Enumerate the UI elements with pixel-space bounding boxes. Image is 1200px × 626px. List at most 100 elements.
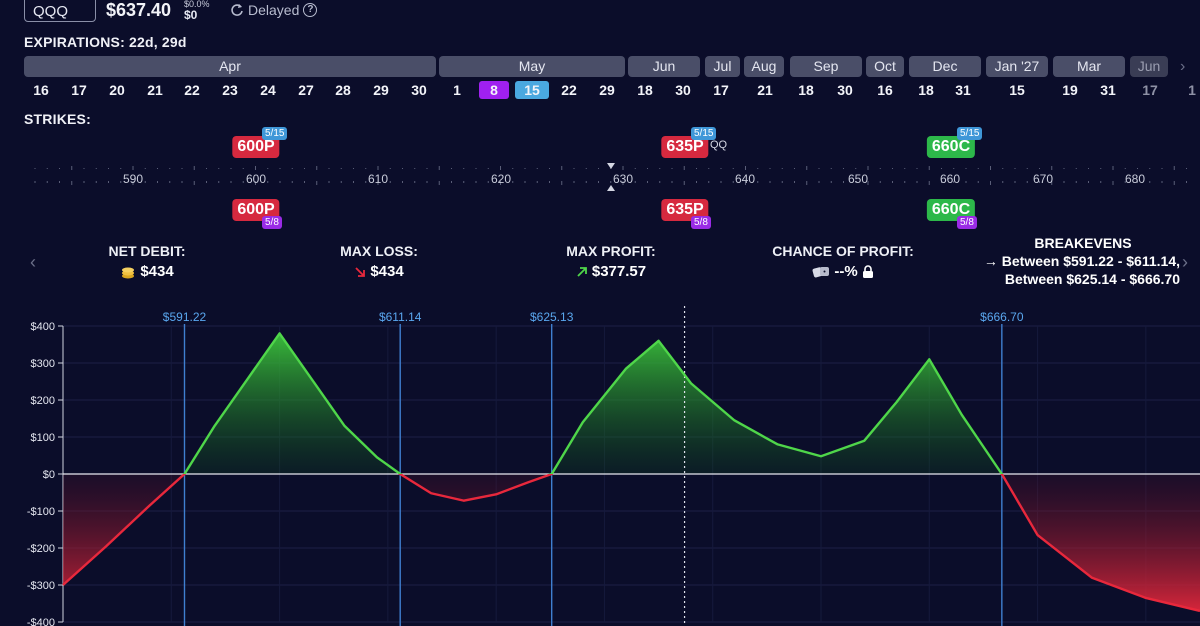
pnl-point[interactable] bbox=[861, 438, 867, 444]
strikes-label: STRIKES: bbox=[24, 111, 91, 127]
pnl-point[interactable] bbox=[212, 423, 218, 429]
pnl-point[interactable] bbox=[277, 330, 283, 336]
expiration-day[interactable]: 16 bbox=[870, 81, 900, 99]
month-jan-27[interactable]: Jan '27 bbox=[986, 56, 1048, 77]
pnl-point[interactable] bbox=[60, 582, 66, 588]
pnl-point[interactable] bbox=[775, 441, 781, 447]
pnl-point[interactable] bbox=[688, 380, 694, 386]
expiration-day[interactable]: 17 bbox=[1135, 81, 1165, 99]
expiration-day[interactable]: 29 bbox=[366, 81, 396, 99]
lock-icon[interactable] bbox=[862, 265, 874, 278]
expiration-day[interactable]: 31 bbox=[1093, 81, 1123, 99]
expiration-day[interactable]: 18 bbox=[911, 81, 941, 99]
pnl-point[interactable] bbox=[244, 377, 250, 383]
info-icon[interactable]: ? bbox=[303, 3, 318, 17]
net-debit-label: NET DEBIT: bbox=[108, 243, 186, 259]
ticker-input[interactable]: QQQ bbox=[24, 0, 96, 22]
pnl-point[interactable] bbox=[147, 502, 153, 508]
pnl-point[interactable] bbox=[623, 366, 629, 372]
expiration-day[interactable]: 31 bbox=[948, 81, 978, 99]
pnl-point[interactable] bbox=[1089, 575, 1095, 581]
max-profit-value: $377.57 bbox=[591, 263, 647, 280]
expiration-day[interactable]: 29 bbox=[592, 81, 622, 99]
expiration-day[interactable]: 22 bbox=[554, 81, 584, 99]
month-apr[interactable]: Apr bbox=[24, 56, 436, 77]
expiration-day[interactable]: 24 bbox=[253, 81, 283, 99]
pnl-point[interactable] bbox=[926, 356, 932, 362]
pnl-point[interactable] bbox=[526, 479, 532, 485]
delayed-status[interactable]: Delayed ? bbox=[230, 2, 318, 18]
pnl-point[interactable] bbox=[103, 543, 109, 549]
expiration-day[interactable]: 21 bbox=[750, 81, 780, 99]
y-tick-label: -$100 bbox=[27, 506, 55, 518]
expiration-day[interactable]: 19 bbox=[1055, 81, 1085, 99]
pnl-point[interactable] bbox=[397, 471, 403, 477]
month-jun[interactable]: Jun bbox=[1130, 56, 1168, 77]
strike-label-620: 620 bbox=[490, 172, 512, 186]
top-leg-expiry-badge: 5/15 bbox=[957, 127, 983, 140]
expiration-day[interactable]: 15 bbox=[515, 81, 549, 99]
expiration-day[interactable]: 17 bbox=[706, 81, 736, 99]
expiration-day[interactable]: 16 bbox=[26, 81, 56, 99]
pnl-point[interactable] bbox=[461, 498, 467, 504]
max-loss-label: MAX LOSS: bbox=[340, 243, 418, 259]
month-aug[interactable]: Aug bbox=[744, 56, 784, 77]
expiration-day[interactable]: 18 bbox=[630, 81, 660, 99]
expiration-day[interactable]: 30 bbox=[668, 81, 698, 99]
chevron-right-icon[interactable]: › bbox=[1182, 252, 1188, 273]
max-loss-stat: MAX LOSS: $434 bbox=[320, 243, 438, 280]
expiration-day[interactable]: 8 bbox=[479, 81, 509, 99]
strike-label-610: 610 bbox=[367, 172, 389, 186]
pnl-point[interactable] bbox=[959, 412, 965, 418]
pnl-point[interactable] bbox=[428, 490, 434, 496]
pnl-point[interactable] bbox=[894, 399, 900, 405]
expiration-day[interactable]: 17 bbox=[64, 81, 94, 99]
expiration-day[interactable]: 1 bbox=[442, 81, 472, 99]
pnl-point[interactable] bbox=[580, 419, 586, 425]
pnl-point[interactable] bbox=[549, 471, 555, 477]
pnl-point[interactable] bbox=[656, 338, 662, 344]
pnl-point[interactable] bbox=[342, 423, 348, 429]
ticker-symbol: QQQ bbox=[33, 3, 69, 20]
month-dec[interactable]: Dec bbox=[909, 56, 981, 77]
pnl-point[interactable] bbox=[309, 377, 315, 383]
expiration-day[interactable]: 23 bbox=[215, 81, 245, 99]
expiration-day[interactable]: 30 bbox=[830, 81, 860, 99]
pnl-point[interactable] bbox=[1143, 595, 1149, 601]
expiration-day[interactable]: 27 bbox=[291, 81, 321, 99]
y-tick-label: $0 bbox=[43, 469, 55, 481]
expiration-day[interactable]: 28 bbox=[328, 81, 358, 99]
month-mar[interactable]: Mar bbox=[1053, 56, 1125, 77]
chance-of-profit-value: --% bbox=[834, 263, 858, 280]
pnl-point[interactable] bbox=[731, 417, 737, 423]
breakeven-label: $666.70 bbox=[980, 310, 1024, 324]
expiration-day[interactable]: 22 bbox=[177, 81, 207, 99]
pnl-point[interactable] bbox=[374, 454, 380, 460]
chevron-left-icon[interactable]: ‹ bbox=[30, 252, 36, 273]
expiration-day[interactable]: 1 bbox=[1177, 81, 1200, 99]
pnl-point[interactable] bbox=[493, 491, 499, 497]
pnl-point[interactable] bbox=[818, 453, 824, 459]
expiration-day[interactable]: 20 bbox=[102, 81, 132, 99]
pnl-point[interactable] bbox=[181, 471, 187, 477]
expiration-day[interactable]: 15 bbox=[1002, 81, 1032, 99]
chevron-right-icon[interactable]: › bbox=[1180, 58, 1185, 76]
expiration-day[interactable]: 30 bbox=[404, 81, 434, 99]
month-sep[interactable]: Sep bbox=[790, 56, 862, 77]
arrow-right-icon: → bbox=[983, 253, 1002, 269]
month-oct[interactable]: Oct bbox=[866, 56, 904, 77]
max-profit-stat: MAX PROFIT: $377.57 bbox=[548, 243, 674, 280]
pnl-point[interactable] bbox=[999, 471, 1005, 477]
breakevens-range-1: → Between $591.22 - $611.14, bbox=[962, 252, 1180, 270]
bottom-leg-expiry-badge: 5/8 bbox=[957, 216, 977, 229]
current-price-marker-top bbox=[607, 163, 615, 169]
month-may[interactable]: May bbox=[439, 56, 625, 77]
pnl-chart[interactable]: $400 $300 $200 $100 $0 -$100 -$200 -$300 -$400 $5… bbox=[0, 300, 1200, 626]
month-jul[interactable]: Jul bbox=[705, 56, 740, 77]
pnl-point[interactable] bbox=[1035, 532, 1041, 538]
expiration-day[interactable]: 21 bbox=[140, 81, 170, 99]
breakevens-stat: BREAKEVENS → Between $591.22 - $611.14, … bbox=[962, 234, 1180, 288]
profit-area bbox=[63, 333, 1200, 474]
month-jun[interactable]: Jun bbox=[628, 56, 700, 77]
expiration-day[interactable]: 18 bbox=[791, 81, 821, 99]
